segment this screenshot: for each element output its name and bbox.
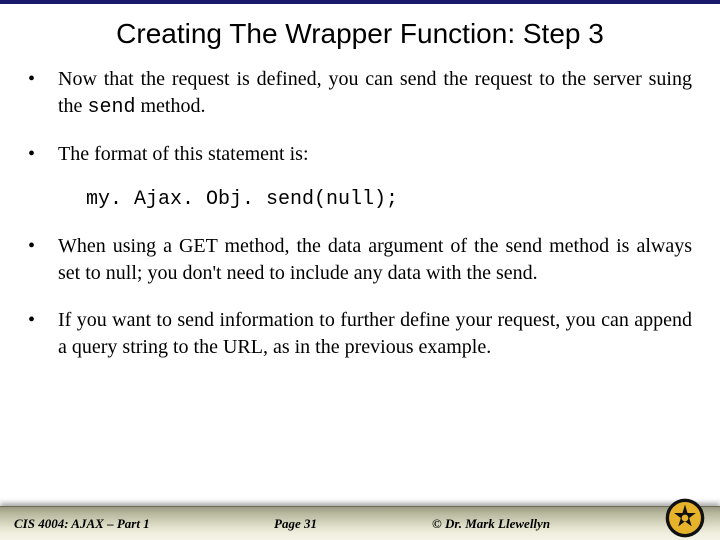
bullet-marker: •: [28, 233, 58, 260]
bullet-text: If you want to send information to furth…: [58, 307, 692, 361]
slide-body: • Now that the request is defined, you c…: [0, 56, 720, 361]
bullet-marker: •: [28, 141, 58, 168]
bullet-item: • The format of this statement is:: [28, 141, 692, 168]
slide: Creating The Wrapper Function: Step 3 • …: [0, 0, 720, 540]
footer-left: CIS 4004: AJAX – Part 1: [14, 516, 150, 532]
inline-code: send: [87, 96, 135, 119]
bullet-text: The format of this statement is:: [58, 141, 692, 168]
bullet-item: • When using a GET method, the data argu…: [28, 233, 692, 287]
footer-center: Page 31: [274, 516, 317, 532]
slide-footer: CIS 4004: AJAX – Part 1 Page 31 © Dr. Ma…: [0, 494, 720, 540]
text-run: method.: [135, 95, 205, 117]
slide-title: Creating The Wrapper Function: Step 3: [0, 4, 720, 56]
bullet-marker: •: [28, 66, 58, 93]
code-block: my. Ajax. Obj. send(null);: [86, 188, 692, 211]
ucf-logo-icon: [664, 497, 706, 539]
bullet-item: • If you want to send information to fur…: [28, 307, 692, 361]
bullet-marker: •: [28, 307, 58, 334]
bullet-item: • Now that the request is defined, you c…: [28, 66, 692, 121]
footer-right: © Dr. Mark Llewellyn: [432, 516, 550, 532]
bullet-text: Now that the request is defined, you can…: [58, 66, 692, 121]
bullet-text: When using a GET method, the data argume…: [58, 233, 692, 287]
